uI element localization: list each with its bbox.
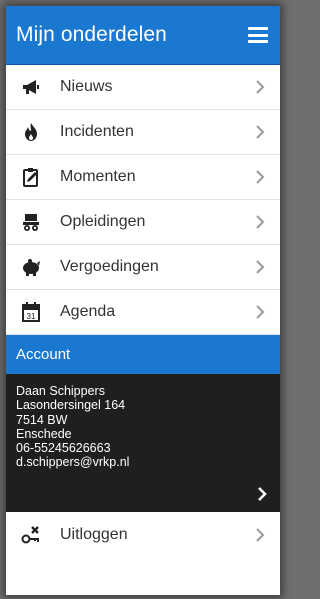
training-icon: [20, 211, 42, 233]
account-details[interactable]: Daan Schippers Lasondersingel 164 7514 B…: [6, 374, 280, 512]
chevron-right-icon: [256, 80, 265, 94]
svg-text:31: 31: [27, 312, 36, 321]
piggy-bank-icon: [20, 256, 42, 278]
menu-item-vergoedingen[interactable]: Vergoedingen: [6, 245, 280, 290]
hamburger-icon[interactable]: [248, 27, 268, 43]
account-name: Daan Schippers: [16, 384, 105, 398]
app-frame: Mijn onderdelen Nieuws Incidenten Moment…: [6, 6, 280, 595]
megaphone-icon: [20, 76, 42, 98]
account-postcode: 7514 BW: [16, 412, 68, 427]
account-email: d.schippers@vrkp.nl: [16, 455, 130, 470]
menu-item-agenda[interactable]: 31 Agenda: [6, 290, 280, 335]
menu-item-label: Vergoedingen: [60, 258, 159, 275]
menu-item-nieuws[interactable]: Nieuws: [6, 65, 280, 110]
menu-item-incidenten[interactable]: Incidenten: [6, 110, 280, 155]
chevron-right-icon: [256, 125, 265, 139]
page-title: Mijn onderdelen: [16, 23, 167, 46]
fire-icon: [20, 121, 42, 143]
chevron-right-icon: [256, 305, 265, 319]
account-city: Enschede: [16, 426, 72, 441]
logout-label: Uitloggen: [60, 525, 128, 543]
calendar-icon: 31: [20, 301, 42, 323]
chevron-right-icon: [256, 260, 265, 274]
menu-item-label: Nieuws: [60, 78, 113, 95]
chevron-right-icon[interactable]: [256, 486, 268, 502]
account-street: Lasondersingel 164: [16, 398, 126, 413]
menu-item-opleidingen[interactable]: Opleidingen: [6, 200, 280, 245]
key-logout-icon: [20, 524, 42, 546]
chevron-right-icon: [256, 527, 265, 542]
menu-item-label: Momenten: [60, 168, 136, 185]
chevron-right-icon: [256, 170, 265, 184]
account-phone: 06-55245626663: [16, 441, 111, 456]
main-menu: Nieuws Incidenten Momenten Opleidingen V…: [6, 65, 280, 335]
app-header: Mijn onderdelen: [6, 6, 280, 65]
menu-item-label: Incidenten: [60, 123, 134, 140]
menu-item-label: Agenda: [60, 303, 116, 320]
logout-item[interactable]: Uitloggen: [6, 512, 280, 557]
chevron-right-icon: [256, 215, 265, 229]
clipboard-edit-icon: [20, 166, 42, 188]
account-heading: Account: [6, 335, 280, 374]
menu-item-momenten[interactable]: Momenten: [6, 155, 280, 200]
menu-item-label: Opleidingen: [60, 213, 146, 230]
